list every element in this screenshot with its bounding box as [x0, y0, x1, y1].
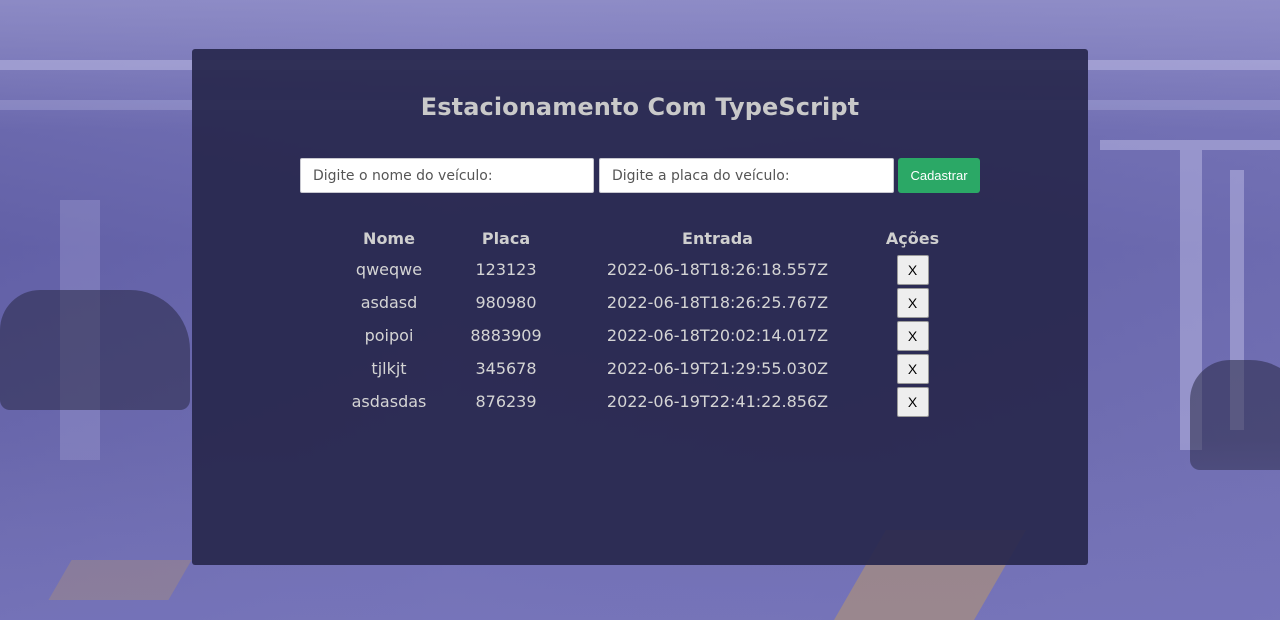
- table-row: asdasdas 876239 2022-06-19T22:41:22.856Z…: [330, 385, 954, 418]
- cell-entrada: 2022-06-19T22:41:22.856Z: [606, 392, 829, 411]
- vehicle-name-input[interactable]: [300, 158, 594, 193]
- cell-entrada: 2022-06-18T18:26:25.767Z: [606, 293, 829, 312]
- column-header-placa: Placa: [481, 229, 531, 248]
- column-header-nome: Nome: [363, 229, 415, 248]
- cell-acoes: X: [871, 352, 954, 385]
- page-title: Estacionamento Com TypeScript: [420, 93, 860, 121]
- cell-nome: poipoi: [364, 326, 414, 345]
- cell-entrada: 2022-06-18T20:02:14.017Z: [606, 326, 829, 345]
- cell-placa: 123123: [475, 260, 537, 279]
- cell-acoes: X: [871, 319, 954, 352]
- cell-placa: 980980: [475, 293, 537, 312]
- cell-entrada: 2022-06-19T21:29:55.030Z: [606, 359, 829, 378]
- table-header-row: Nome Placa Entrada Ações: [330, 224, 954, 253]
- cell-nome: asdasd: [360, 293, 418, 312]
- cell-placa: 345678: [475, 359, 537, 378]
- table-row: asdasd 980980 2022-06-18T18:26:25.767Z X: [330, 286, 954, 319]
- cell-nome: asdasdas: [351, 392, 427, 411]
- column-header-entrada: Entrada: [682, 229, 753, 248]
- table-row: qweqwe 123123 2022-06-18T18:26:18.557Z X: [330, 253, 954, 286]
- cell-nome: tjlkjt: [371, 359, 407, 378]
- table-row: tjlkjt 345678 2022-06-19T21:29:55.030Z X: [330, 352, 954, 385]
- vehicle-plate-input[interactable]: [599, 158, 894, 193]
- vehicles-table: Nome Placa Entrada Ações qweqwe 123123 2…: [330, 224, 954, 418]
- register-button[interactable]: Cadastrar: [898, 158, 980, 193]
- remove-button[interactable]: X: [896, 287, 929, 318]
- column-header-acoes: Ações: [885, 229, 940, 248]
- remove-button[interactable]: X: [896, 386, 929, 417]
- cell-nome: qweqwe: [355, 260, 423, 279]
- cell-acoes: X: [871, 286, 954, 319]
- cell-acoes: X: [871, 253, 954, 286]
- cell-entrada: 2022-06-18T18:26:18.557Z: [606, 260, 829, 279]
- table-row: poipoi 8883909 2022-06-18T20:02:14.017Z …: [330, 319, 954, 352]
- remove-button[interactable]: X: [896, 320, 929, 351]
- remove-button[interactable]: X: [896, 254, 929, 285]
- remove-button[interactable]: X: [896, 353, 929, 384]
- cell-acoes: X: [871, 385, 954, 418]
- cell-placa: 8883909: [470, 326, 542, 345]
- cell-placa: 876239: [475, 392, 537, 411]
